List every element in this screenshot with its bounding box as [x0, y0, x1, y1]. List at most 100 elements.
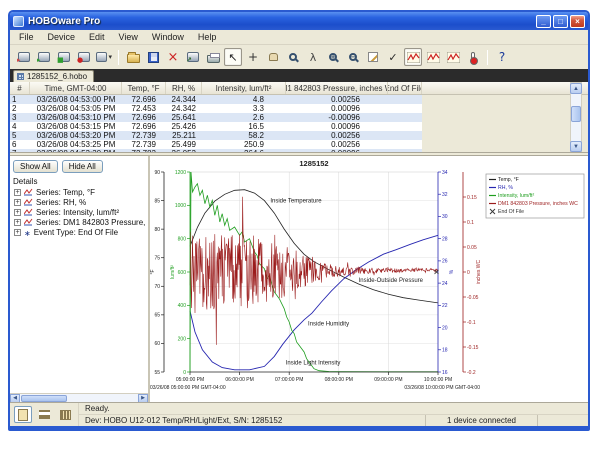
view-details-button[interactable]: [56, 406, 74, 423]
marker-tool-icon[interactable]: λ: [304, 48, 322, 66]
svg-text:200: 200: [178, 336, 187, 342]
scrollbar-thumb[interactable]: [21, 395, 67, 402]
pointer-tool-icon[interactable]: ↖: [224, 48, 242, 66]
details-horizontal-scrollbar[interactable]: ◀ ▶: [10, 393, 148, 402]
table-cell: 03/26/08 04:53:20 PM: [30, 131, 122, 140]
crosshair-tool-icon[interactable]: +: [244, 48, 262, 66]
annotation: Inside Temperature: [270, 198, 322, 204]
svg-text:0.15: 0.15: [467, 195, 477, 201]
view-plot-button[interactable]: [14, 406, 32, 423]
column-header: DM1 842803 Pressure, inches WC: [286, 82, 388, 94]
zoom-out-icon[interactable]: −: [344, 48, 362, 66]
table-cell: 0.00096: [286, 122, 388, 131]
table-row[interactable]: 203/26/08 04:53:05 PM72.45324.3423.30.00…: [10, 104, 422, 113]
annotation: Inside-Outside Pressure: [359, 278, 424, 284]
zoom-tool-icon[interactable]: [284, 48, 302, 66]
table-cell: 03/26/08 04:53:00 PM: [30, 95, 122, 104]
tree-item[interactable]: +Series: Temp, °F: [14, 187, 148, 197]
stop-device-icon[interactable]: ●: [75, 48, 93, 66]
readout-device-icon[interactable]: ▸: [35, 48, 53, 66]
close-button[interactable]: ×: [570, 15, 585, 28]
tree-item[interactable]: +Series: RH, %: [14, 197, 148, 207]
menu-device[interactable]: Device: [41, 31, 83, 43]
save-file-icon[interactable]: [144, 48, 162, 66]
svg-text:°F: °F: [150, 269, 156, 274]
tree-item[interactable]: +∗Event Type: End Of File: [14, 227, 148, 237]
table-row[interactable]: 403/26/08 04:53:15 PM72.69625.42616.50.0…: [10, 122, 422, 131]
svg-text:20: 20: [442, 325, 448, 331]
plot-button-icon[interactable]: [404, 48, 422, 66]
table-row[interactable]: 603/26/08 04:53:25 PM72.73925.499250.90.…: [10, 140, 422, 149]
toolbar-separator: [118, 50, 119, 65]
details-panel: Show All Hide All Details +Series: Temp,…: [10, 156, 150, 402]
table-row[interactable]: 303/26/08 04:53:10 PM72.69625.6412.6-0.0…: [10, 113, 422, 122]
menu-edit[interactable]: Edit: [82, 31, 112, 43]
svg-text:-0.2: -0.2: [467, 370, 476, 376]
tree-expander[interactable]: +: [14, 229, 21, 236]
plot-canvas[interactable]: 5560657075808590°F020040060080010001200l…: [150, 156, 589, 402]
svg-text:600: 600: [178, 270, 187, 276]
menu-window[interactable]: Window: [145, 31, 191, 43]
close-file-icon[interactable]: ×: [164, 48, 182, 66]
print-icon[interactable]: [204, 48, 222, 66]
hide-all-button[interactable]: Hide All: [62, 160, 103, 173]
view-table-button[interactable]: [35, 406, 53, 423]
open-file-icon[interactable]: [124, 48, 142, 66]
launch-device-icon[interactable]: ▸: [15, 48, 33, 66]
table-cell: 72.696: [122, 113, 166, 122]
datafile-tab[interactable]: 1285152_6.hobo: [13, 70, 94, 82]
table-row[interactable]: 503/26/08 04:53:20 PM72.73925.21158.20.0…: [10, 131, 422, 140]
export-data-icon[interactable]: ↗: [184, 48, 202, 66]
svg-text:0.05: 0.05: [467, 245, 477, 251]
scrollbar-thumb[interactable]: [571, 106, 581, 122]
table-cell: 264.6: [202, 149, 286, 153]
table-cell: 03/26/08 04:53:25 PM: [30, 140, 122, 149]
edit-series-icon[interactable]: [364, 48, 382, 66]
svg-text:800: 800: [178, 236, 187, 242]
help-icon[interactable]: ?: [493, 48, 511, 66]
annotation: Inside Humidity: [308, 321, 349, 327]
table-vertical-scrollbar[interactable]: ▲ ▼: [570, 82, 582, 153]
tree-expander[interactable]: +: [14, 219, 21, 226]
tree-item[interactable]: +Series: Intensity, lum/ft²: [14, 207, 148, 217]
zoom-in-icon[interactable]: +: [324, 48, 342, 66]
tree-expander[interactable]: +: [14, 199, 21, 206]
device-status-icon[interactable]: ■: [55, 48, 73, 66]
menu-file[interactable]: File: [12, 31, 41, 43]
mark-events-icon[interactable]: ✓: [384, 48, 402, 66]
table-cell: 0.00256: [286, 140, 388, 149]
minimize-button[interactable]: _: [536, 15, 551, 28]
title-bar[interactable]: HOBOware Pro _ □ ×: [10, 12, 588, 30]
hand-tool-icon[interactable]: [264, 48, 282, 66]
tree-item-label: Series: DM1 842803 Pressure, inch: [36, 218, 148, 227]
maximize-button[interactable]: □: [553, 15, 568, 28]
tree-expander[interactable]: +: [14, 189, 21, 196]
scroll-up-arrow[interactable]: ▲: [570, 83, 582, 94]
menu-help[interactable]: Help: [191, 31, 224, 43]
table-row[interactable]: 703/26/08 04:53:30 PM72.78326.053264.60.…: [10, 149, 422, 153]
view-toggle-buttons: [10, 403, 79, 426]
svg-text:28: 28: [442, 236, 448, 242]
overlay-plot-icon[interactable]: [444, 48, 462, 66]
table-row[interactable]: 103/26/08 04:53:00 PM72.69624.3444.80.00…: [10, 95, 422, 104]
scroll-down-arrow[interactable]: ▼: [570, 141, 582, 152]
table-cell: 1: [10, 95, 30, 104]
tree-item[interactable]: + Series: DM1 842803 Pressure, inch: [14, 217, 148, 227]
table-cell: 25.641: [166, 113, 202, 122]
end-date-label: 03/26/08 10:00:00 PM GMT-04:00: [404, 385, 480, 391]
details-tree: +Series: Temp, °F+Series: RH, %+Series: …: [10, 187, 148, 402]
replot-button-icon[interactable]: [424, 48, 442, 66]
svg-text:16: 16: [442, 370, 448, 376]
app-window: HOBOware Pro _ □ × FileDeviceEditViewWin…: [8, 10, 590, 431]
show-all-button[interactable]: Show All: [13, 160, 58, 173]
table-cell: 58.2: [202, 131, 286, 140]
tree-expander[interactable]: +: [14, 209, 21, 216]
menu-view[interactable]: View: [112, 31, 145, 43]
data-table: #Time, GMT-04:00Temp, °FRH, %Intensity, …: [10, 82, 588, 153]
table-cell: [388, 149, 422, 153]
table-cell: 03/26/08 04:53:30 PM: [30, 149, 122, 153]
select-device-icon[interactable]: ▾: [95, 48, 113, 66]
thermometer-icon[interactable]: [464, 48, 482, 66]
temp-axis: 5560657075808590°F: [150, 170, 164, 376]
details-heading: Details: [10, 175, 148, 187]
